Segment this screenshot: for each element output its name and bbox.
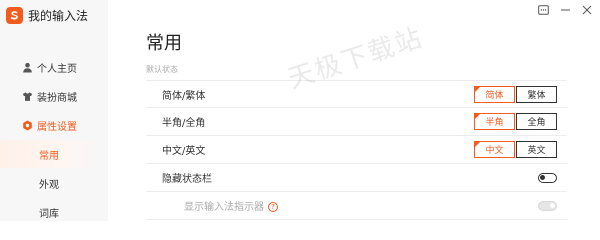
setting-row-chinese-english: 中文/英文 中文 英文 xyxy=(146,136,567,164)
option-chinese-button[interactable]: 中文 xyxy=(474,141,515,158)
show-indicator-toggle[interactable] xyxy=(538,200,557,211)
option-halfwidth-button[interactable]: 半角 xyxy=(474,113,515,130)
gear-icon xyxy=(22,120,33,131)
sogou-logo-icon xyxy=(6,7,23,24)
section-label: 默认状态 xyxy=(146,65,178,74)
sidebar-subitem-label: 词库 xyxy=(39,208,59,220)
setting-label: 中文/英文 xyxy=(162,146,206,157)
sidebar-item-label: 个人主页 xyxy=(37,63,77,75)
person-icon xyxy=(22,62,33,73)
option-traditional-button[interactable]: 繁体 xyxy=(516,85,557,103)
toggle-knob xyxy=(550,202,555,208)
sidebar-item-settings[interactable]: 属性设置 xyxy=(0,111,108,139)
sidebar-item-label: 装扮商城 xyxy=(37,92,77,104)
app-title: 我的输入法 xyxy=(28,9,89,23)
app-header: 我的输入法 xyxy=(6,7,88,24)
sidebar-item-shop[interactable]: 装扮商城 xyxy=(0,82,108,110)
sidebar-item-label: 属性设置 xyxy=(37,121,77,133)
sidebar-subitem-label: 常用 xyxy=(39,150,59,162)
setting-label: 半角/全角 xyxy=(162,118,206,129)
setting-label: 隐藏状态栏 xyxy=(162,174,212,185)
help-icon[interactable]: ? xyxy=(268,202,278,212)
sidebar-subitem-appearance[interactable]: 外观 xyxy=(0,169,108,197)
setting-label-text: 显示输入法指示器 xyxy=(184,202,264,213)
setting-label: 显示输入法指示器? xyxy=(184,198,278,213)
setting-row-halfwidth-fullwidth: 半角/全角 半角 全角 xyxy=(146,108,567,136)
toggle-knob xyxy=(540,174,545,180)
setting-row-hide-statusbar: 隐藏状态栏 xyxy=(146,164,567,192)
sidebar-subitem-common[interactable]: 常用 xyxy=(0,140,108,168)
option-fullwidth-button[interactable]: 全角 xyxy=(516,113,557,130)
hide-statusbar-toggle[interactable] xyxy=(538,172,557,183)
setting-row-simplified-traditional: 简体/繁体 简体 繁体 xyxy=(146,80,567,108)
shirt-icon xyxy=(22,91,33,102)
setting-row-show-indicator: 显示输入法指示器? xyxy=(146,192,567,220)
page-title: 常用 xyxy=(146,33,182,54)
setting-label: 简体/繁体 xyxy=(162,90,206,102)
sidebar-subitem-dictionary[interactable]: 词库 xyxy=(0,198,108,226)
sidebar-subitem-label: 外观 xyxy=(39,179,59,191)
option-simplified-button[interactable]: 简体 xyxy=(474,85,515,103)
option-english-button[interactable]: 英文 xyxy=(516,141,557,158)
simplified-traditional-segmented: 简体 繁体 xyxy=(474,85,557,103)
halfwidth-fullwidth-segmented: 半角 全角 xyxy=(474,113,557,130)
chinese-english-segmented: 中文 英文 xyxy=(474,141,557,158)
sidebar-item-profile[interactable]: 个人主页 xyxy=(0,53,108,81)
sidebar: 我的输入法 个人主页 装扮商城 属性设置 常用 外观 词库 xyxy=(0,0,108,221)
main-panel: 常用 默认状态 简体/繁体 简体 繁体 半角/全角 半角 全角 中文/英文 中文… xyxy=(108,0,600,221)
